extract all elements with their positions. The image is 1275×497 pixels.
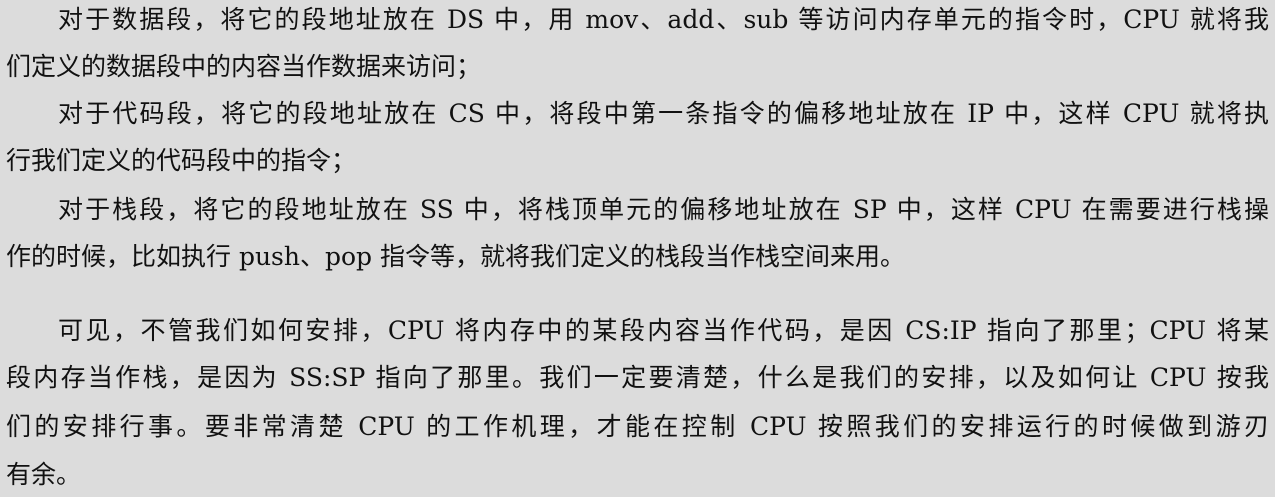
paragraph-4-line-2: 段内存当作栈，是因为 SS:SP 指向了那里。我们一定要清楚，什么是我们的安排，… <box>6 363 1269 392</box>
paragraph-2-line-1: 对于代码段，将它的段地址放在 CS 中，将段中第一条指令的偏移地址放在 IP 中… <box>58 99 1269 128</box>
paragraph-1-line-1: 对于数据段，将它的段地址放在 DS 中，用 mov、add、sub 等访问内存单… <box>58 5 1269 34</box>
paragraph-4-line-4: 有余。 <box>6 460 82 489</box>
paragraph-4-line-1: 可见，不管我们如何安排，CPU 将内存中的某段内容当作代码，是因 CS:IP 指… <box>58 316 1269 345</box>
paragraph-2-line-2: 行我们定义的代码段中的指令； <box>6 146 357 175</box>
paragraph-4-line-3: 们的安排行事。要非常清楚 CPU 的工作机理，才能在控制 CPU 按照我们的安排… <box>6 412 1269 441</box>
paragraph-3-line-2: 作的时候，比如执行 push、pop 指令等，就将我们定义的栈段当作栈空间来用。 <box>6 242 905 271</box>
document-page: 对于数据段，将它的段地址放在 DS 中，用 mov、add、sub 等访问内存单… <box>0 0 1275 497</box>
paragraph-3-line-1: 对于栈段，将它的段地址放在 SS 中，将栈顶单元的偏移地址放在 SP 中，这样 … <box>58 195 1269 224</box>
paragraph-1-line-2: 们定义的数据段中的内容当作数据来访问； <box>6 52 482 81</box>
